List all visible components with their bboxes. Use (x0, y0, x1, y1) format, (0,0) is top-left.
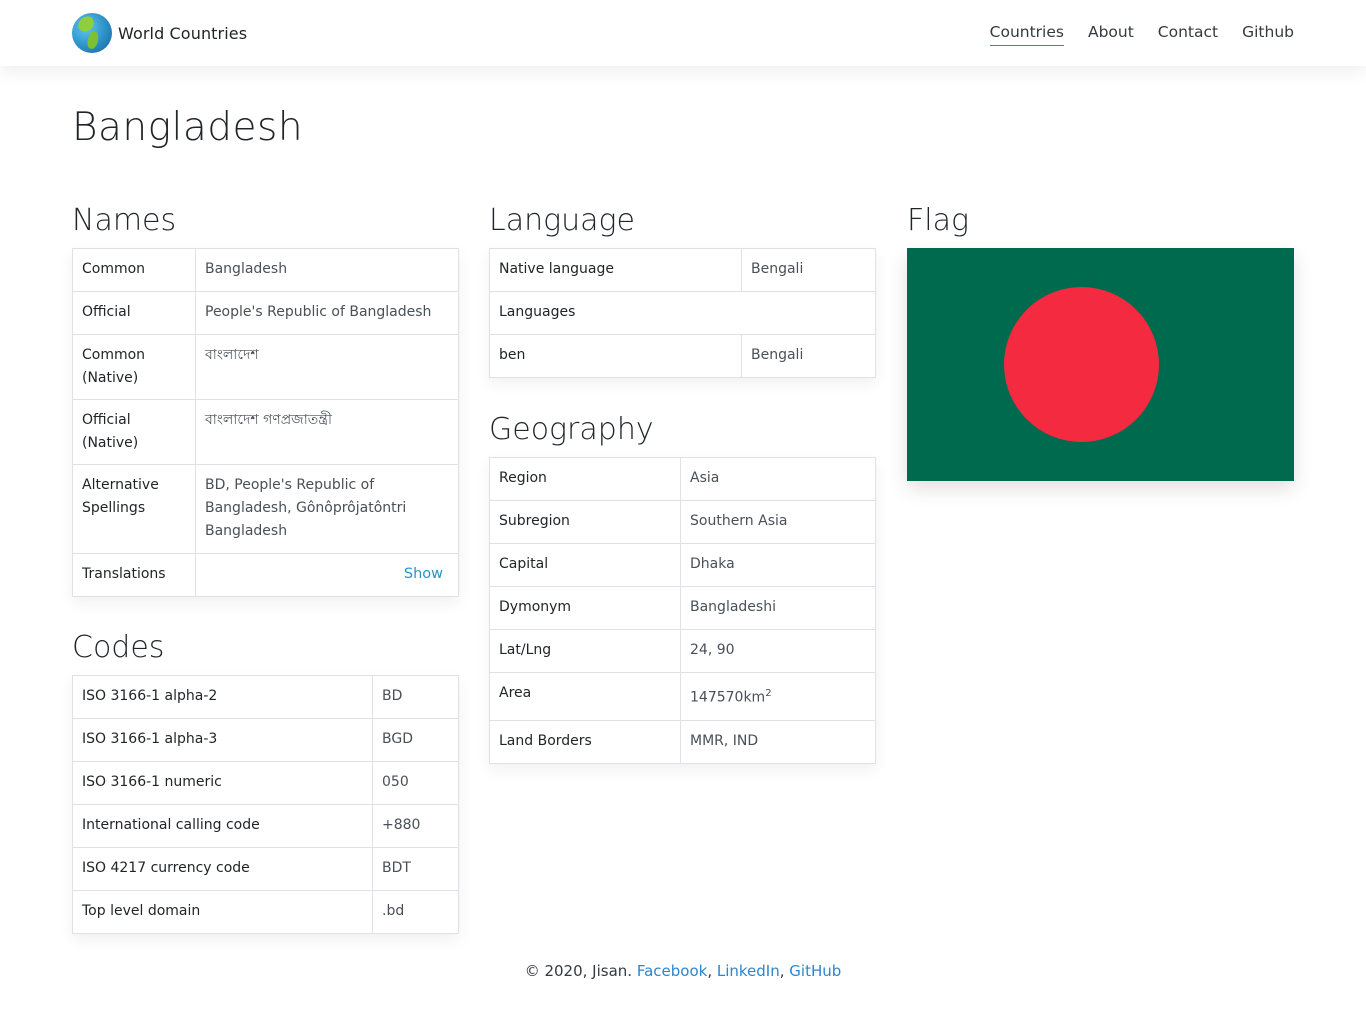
native-language-label: Native language (489, 248, 742, 292)
codes-key: International calling code (72, 804, 373, 848)
names-key: Official (Native) (72, 399, 196, 465)
flag-red-disc (1004, 287, 1159, 442)
brand-name: World Countries (118, 23, 248, 43)
footer-github-link[interactable]: GitHub (789, 962, 841, 980)
table-row: Official (Native) বাংলাদেশ গণপ্রজাতন্ত্র… (72, 399, 459, 465)
geo-key: Area (489, 672, 681, 721)
native-language-value: Bengali (741, 248, 876, 292)
language-code: ben (489, 334, 742, 378)
geo-value-area: 147570km2 (680, 672, 876, 721)
table-row: Native language Bengali (489, 248, 876, 292)
nav-contact[interactable]: Contact (1158, 22, 1218, 46)
language-name: Bengali (741, 334, 876, 378)
names-key: Common (72, 248, 196, 292)
codes-value: BDT (372, 847, 459, 891)
footer-copyright: © 2020, Jisan. (524, 962, 633, 980)
names-key: Alternative Spellings (72, 464, 196, 554)
table-row: Lat/Lng 24, 90 (489, 629, 876, 673)
codes-key: ISO 3166-1 numeric (72, 761, 373, 805)
names-value: বাংলাদেশ (195, 334, 459, 400)
footer-facebook-link[interactable]: Facebook (637, 962, 707, 980)
column-language-geography: Language Native language Bengali Languag… (489, 200, 876, 764)
table-row: Translations Show (72, 553, 459, 597)
table-row: ISO 3166-1 numeric 050 (72, 761, 459, 805)
geo-value: 24, 90 (680, 629, 876, 673)
table-row: Area 147570km2 (489, 672, 876, 721)
translations-cell: Show (195, 553, 459, 597)
codes-value: +880 (372, 804, 459, 848)
language-heading: Language (489, 203, 635, 238)
codes-key: ISO 4217 currency code (72, 847, 373, 891)
names-heading: Names (72, 203, 177, 238)
table-row: ISO 4217 currency code BDT (72, 847, 459, 891)
geo-value: Asia (680, 457, 876, 501)
table-row: Common (Native) বাংলাদেশ (72, 334, 459, 400)
table-row: Common Bangladesh (72, 248, 459, 292)
names-value: বাংলাদেশ গণপ্রজাতন্ত্রী (195, 399, 459, 465)
table-row: Top level domain .bd (72, 890, 459, 934)
geography-heading: Geography (489, 412, 654, 447)
navbar: World Countries Countries About Contact … (0, 0, 1366, 66)
names-value: BD, People's Republic of Bangladesh, Gôn… (195, 464, 459, 554)
languages-label: Languages (489, 291, 876, 335)
names-key: Common (Native) (72, 334, 196, 400)
table-row: Alternative Spellings BD, People's Repub… (72, 464, 459, 554)
geo-value: MMR, IND (680, 719, 876, 764)
translations-label: Translations (72, 553, 196, 597)
geo-key: Lat/Lng (489, 629, 681, 673)
area-unit-exponent: 2 (765, 688, 772, 699)
language-table: Native language Bengali Languages ben Be… (489, 248, 876, 378)
table-row: Languages (489, 291, 876, 335)
main-nav: Countries About Contact Github (966, 22, 1294, 46)
geo-value: Southern Asia (680, 500, 876, 544)
geo-key: Dymonym (489, 586, 681, 630)
table-row: International calling code +880 (72, 804, 459, 848)
globe-americas-icon (72, 13, 112, 53)
nav-about[interactable]: About (1088, 22, 1134, 46)
flag-image (907, 248, 1294, 481)
nav-github[interactable]: Github (1242, 22, 1294, 46)
codes-value: BD (372, 675, 459, 719)
table-row: Dymonym Bangladeshi (489, 586, 876, 630)
codes-value: 050 (372, 761, 459, 805)
table-row: Capital Dhaka (489, 543, 876, 587)
geo-value: Bangladeshi (680, 586, 876, 630)
footer-linkedin-link[interactable]: LinkedIn (717, 962, 780, 980)
column-flag: Flag (907, 200, 1294, 481)
flag-heading: Flag (907, 203, 969, 238)
codes-key: ISO 3166-1 alpha-2 (72, 675, 373, 719)
table-row: Official People's Republic of Bangladesh (72, 291, 459, 335)
column-names-codes: Names Common Bangladesh Official People'… (72, 200, 459, 934)
table-row: ISO 3166-1 alpha-2 BD (72, 675, 459, 719)
table-row: Region Asia (489, 457, 876, 501)
table-row: Subregion Southern Asia (489, 500, 876, 544)
table-row: ISO 3166-1 alpha-3 BGD (72, 718, 459, 762)
brand-link[interactable]: World Countries (72, 12, 247, 54)
codes-value: .bd (372, 890, 459, 934)
geography-table: Region Asia Subregion Southern Asia Capi… (489, 457, 876, 764)
names-value: People's Republic of Bangladesh (195, 291, 459, 335)
page-title: Bangladesh (72, 105, 304, 150)
footer-separator: , (707, 962, 717, 980)
table-row: Land Borders MMR, IND (489, 719, 876, 764)
names-key: Official (72, 291, 196, 335)
footer-separator: , (779, 962, 790, 980)
geo-key: Subregion (489, 500, 681, 544)
geo-value: Dhaka (680, 543, 876, 587)
area-value: 147570km (690, 689, 766, 706)
geo-key: Capital (489, 543, 681, 587)
table-row: ben Bengali (489, 334, 876, 378)
names-table: Common Bangladesh Official People's Repu… (72, 248, 459, 597)
names-value: Bangladesh (195, 248, 459, 292)
codes-table: ISO 3166-1 alpha-2 BD ISO 3166-1 alpha-3… (72, 675, 459, 934)
geo-key: Region (489, 457, 681, 501)
codes-value: BGD (372, 718, 459, 762)
codes-key: ISO 3166-1 alpha-3 (72, 718, 373, 762)
codes-key: Top level domain (72, 890, 373, 934)
geo-key: Land Borders (489, 719, 681, 764)
show-translations-link[interactable]: Show (404, 566, 449, 582)
nav-countries[interactable]: Countries (989, 22, 1064, 46)
codes-heading: Codes (72, 630, 165, 665)
footer: © 2020, Jisan. Facebook, LinkedIn, GitHu… (0, 962, 1366, 980)
